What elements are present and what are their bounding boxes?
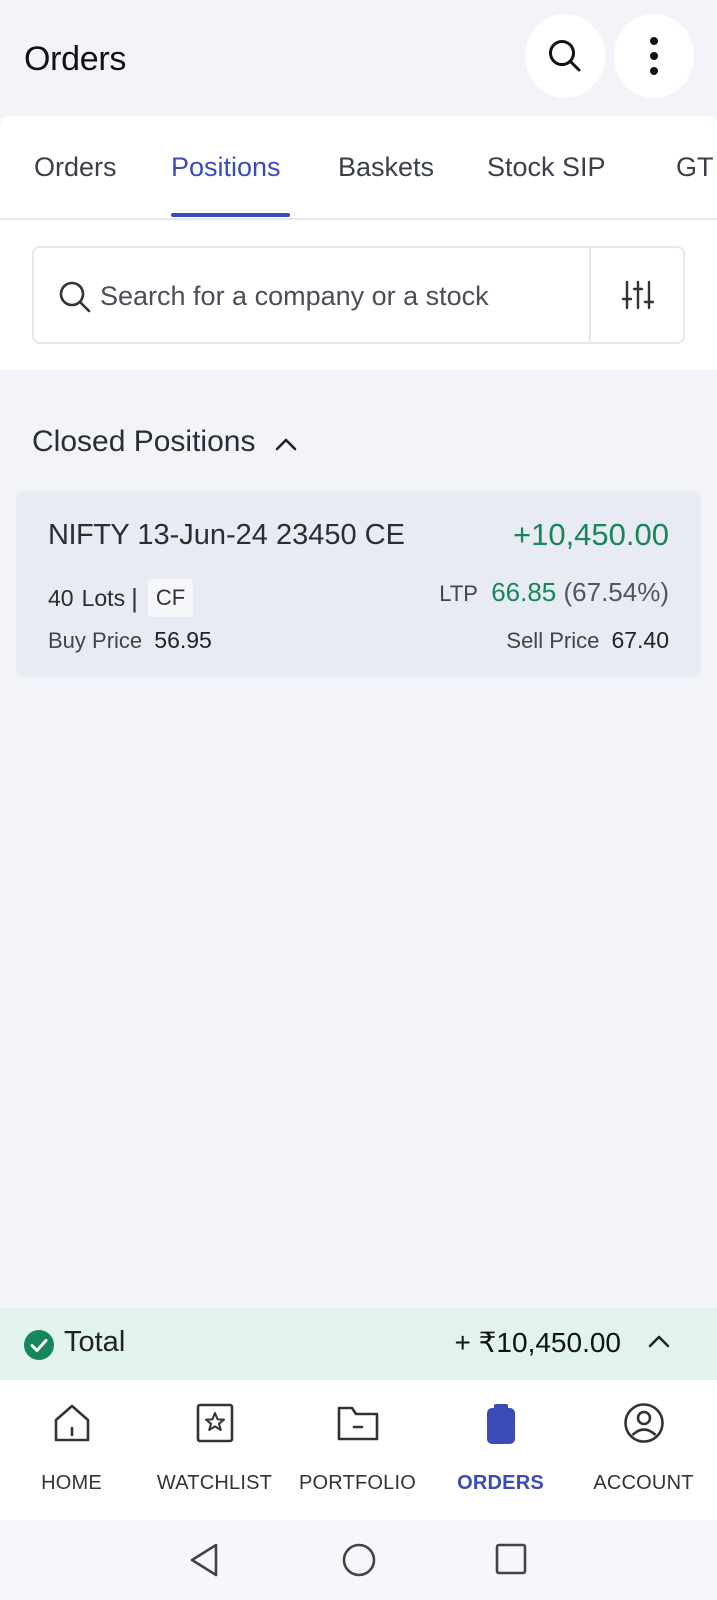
home-icon (54, 1404, 89, 1442)
closed-positions-header[interactable]: Closed Positions (32, 425, 297, 459)
tab-gtt[interactable]: GT (676, 152, 714, 183)
position-lots: 40 Lots | CF (48, 579, 194, 617)
buy-price-value: 56.95 (154, 627, 212, 653)
tab-orders[interactable]: Orders (34, 152, 117, 183)
chevron-up-icon (276, 438, 297, 451)
ltp-value: 66.85 (491, 577, 557, 607)
tab-bar: Orders Positions Baskets Stock SIP GT (0, 116, 717, 220)
nav-orders[interactable]: ORDERS (429, 1380, 572, 1520)
active-tab-indicator (171, 213, 290, 217)
product-badge: CF (147, 579, 194, 617)
nav-portfolio[interactable]: PORTFOLIO (286, 1380, 429, 1520)
bottom-navigation: HOME WATCHLIST PORTFOLIO ORDERS ACCOUNT (0, 1380, 717, 1520)
position-symbol: NIFTY 13-Jun-24 23450 CE (48, 519, 405, 552)
tab-positions[interactable]: Positions (171, 152, 281, 183)
section-title: Closed Positions (32, 425, 256, 458)
sell-price: Sell Price 67.40 (506, 627, 669, 654)
search-icon (549, 40, 581, 72)
nav-home-label: HOME (41, 1472, 102, 1494)
lots-divider: | (131, 582, 138, 613)
nav-watchlist-label: WATCHLIST (156, 1472, 273, 1494)
nav-account[interactable]: ACCOUNT (572, 1380, 715, 1520)
total-bar[interactable]: Total + ₹10,450.00 (0, 1308, 717, 1380)
buy-price-label: Buy Price (48, 628, 143, 653)
chevron-up-icon (648, 1335, 670, 1348)
nav-orders-label: ORDERS (457, 1472, 544, 1494)
recents-square-icon[interactable] (494, 1542, 528, 1576)
nav-watchlist[interactable]: WATCHLIST (143, 1380, 286, 1520)
sell-price-label: Sell Price (506, 628, 600, 653)
lots-quantity: 40 (48, 584, 74, 611)
orders-icon (486, 1404, 515, 1444)
watchlist-icon (196, 1403, 233, 1443)
home-circle-icon[interactable] (341, 1542, 377, 1578)
search-section (0, 220, 717, 370)
nav-account-label: ACCOUNT (593, 1472, 694, 1494)
ltp-change: (67.54%) (563, 577, 670, 607)
back-icon[interactable] (188, 1542, 220, 1578)
page-title: Orders (24, 40, 127, 78)
lots-label: Lots (81, 584, 126, 611)
more-vertical-icon (650, 37, 658, 75)
check-circle-icon (24, 1330, 54, 1360)
search-input[interactable] (100, 268, 600, 324)
system-navigation-bar (0, 1520, 717, 1600)
ltp-label: LTP (439, 581, 478, 606)
account-icon (623, 1403, 664, 1443)
filter-button[interactable] (591, 248, 685, 342)
sell-price-value: 67.40 (611, 627, 669, 653)
buy-price: Buy Price 56.95 (48, 627, 212, 654)
contract-detail: 13-Jun-24 23450 CE (137, 519, 405, 551)
tab-baskets[interactable]: Baskets (338, 152, 434, 183)
search-icon (59, 281, 91, 313)
app-header: Orders (0, 0, 717, 116)
total-value: + ₹10,450.00 (454, 1327, 621, 1358)
nav-home[interactable]: HOME (0, 1380, 143, 1520)
filter-sliders-icon (622, 280, 654, 310)
portfolio-icon (337, 1406, 378, 1441)
position-pnl: +10,450.00 (512, 517, 669, 552)
position-card[interactable]: NIFTY 13-Jun-24 23450 CE +10,450.00 40 L… (16, 491, 701, 677)
position-ltp: LTP 66.85 (67.54%) (439, 577, 669, 608)
nav-portfolio-label: PORTFOLIO (298, 1472, 416, 1494)
more-options-button[interactable] (614, 14, 694, 98)
symbol-name: NIFTY (48, 519, 130, 551)
search-button[interactable] (525, 14, 605, 98)
tab-stock-sip[interactable]: Stock SIP (487, 152, 606, 183)
search-box (32, 246, 685, 344)
total-label: Total (64, 1326, 126, 1358)
